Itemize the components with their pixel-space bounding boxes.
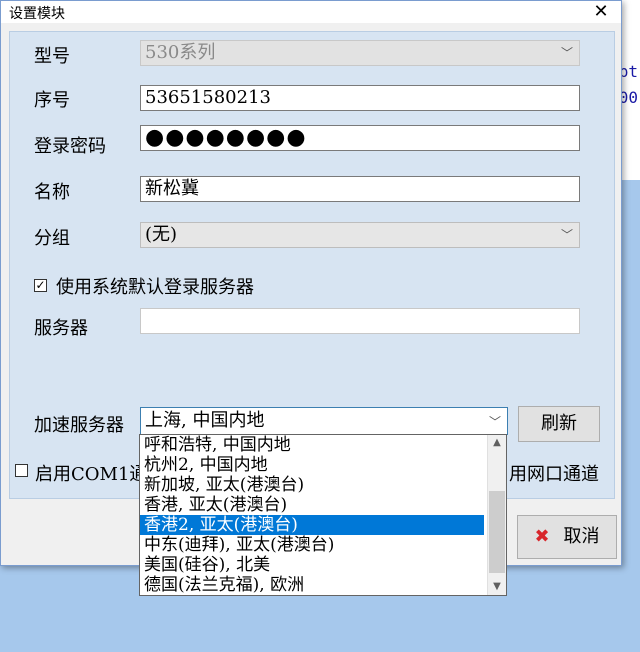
scroll-down-icon[interactable]: ▼: [488, 579, 506, 595]
scroll-up-icon[interactable]: ▲: [488, 435, 506, 451]
refresh-button[interactable]: 刷新: [518, 406, 600, 442]
net-channel-label: 用网口通道: [509, 464, 599, 485]
group-value: (无): [145, 224, 178, 245]
password-field[interactable]: ●●●●●●●●: [140, 125, 580, 151]
accel-server-dropdown[interactable]: 呼和浩特, 中国内地 杭州2, 中国内地 新加坡, 亚太(港澳台) 香港, 亚太(港澳…: [139, 434, 507, 596]
password-label: 登录密码: [34, 136, 106, 157]
name-label: 名称: [34, 182, 70, 203]
serial-field[interactable]: 53651580213: [140, 85, 580, 111]
dropdown-option[interactable]: 新加坡, 亚太(港澳台): [140, 475, 484, 495]
accel-server-label: 加速服务器: [34, 415, 124, 436]
com1-checkbox[interactable]: [15, 464, 28, 477]
dropdown-option[interactable]: 美国(硅谷), 北美: [140, 555, 484, 575]
dropdown-option[interactable]: 德国(法兰克福), 欧洲: [140, 575, 484, 595]
chevron-down-icon: ﹀: [560, 228, 573, 242]
server-field: [140, 308, 580, 334]
title-bar: 设置模块 ✕: [1, 1, 621, 23]
dropdown-option[interactable]: 香港, 亚太(港澳台): [140, 495, 484, 515]
default-server-label: 使用系统默认登录服务器: [56, 277, 254, 298]
serial-label: 序号: [34, 90, 70, 111]
model-label: 型号: [34, 46, 70, 67]
dropdown-option[interactable]: 杭州2, 中国内地: [140, 455, 484, 475]
settings-panel: 型号 530系列 ﹀ 序号 53651580213 登录密码 ●●●●●●●● …: [9, 31, 615, 499]
chevron-down-icon: ﹀: [560, 46, 573, 60]
close-icon: ✖: [534, 526, 550, 547]
model-value: 530系列: [145, 42, 216, 63]
dropdown-options: 呼和浩特, 中国内地 杭州2, 中国内地 新加坡, 亚太(港澳台) 香港, 亚太(港澳…: [140, 435, 506, 595]
group-select[interactable]: (无) ﹀: [140, 222, 580, 248]
close-icon[interactable]: ✕: [589, 1, 613, 23]
accel-server-select[interactable]: 上海, 中国内地 ﹀: [140, 407, 508, 435]
accel-server-value: 上海, 中国内地: [145, 410, 265, 431]
server-label: 服务器: [34, 318, 88, 339]
cancel-button[interactable]: ✖ 取消: [517, 515, 617, 559]
name-field[interactable]: 新松冀: [140, 176, 580, 202]
group-label: 分组: [34, 228, 70, 249]
dropdown-option[interactable]: 呼和浩特, 中国内地: [140, 435, 484, 455]
model-select: 530系列 ﹀: [140, 40, 580, 66]
default-server-checkbox[interactable]: ✓: [34, 279, 47, 292]
cancel-label: 取消: [563, 526, 600, 547]
scroll-thumb[interactable]: [489, 491, 505, 573]
dropdown-option[interactable]: 香港2, 亚太(港澳台): [140, 515, 484, 535]
chevron-down-icon: ﹀: [488, 415, 501, 429]
dropdown-scrollbar[interactable]: ▲ ▼: [487, 435, 506, 595]
dropdown-option[interactable]: 中东(迪拜), 亚太(港澳台): [140, 535, 484, 555]
dialog-title: 设置模块: [9, 6, 65, 22]
